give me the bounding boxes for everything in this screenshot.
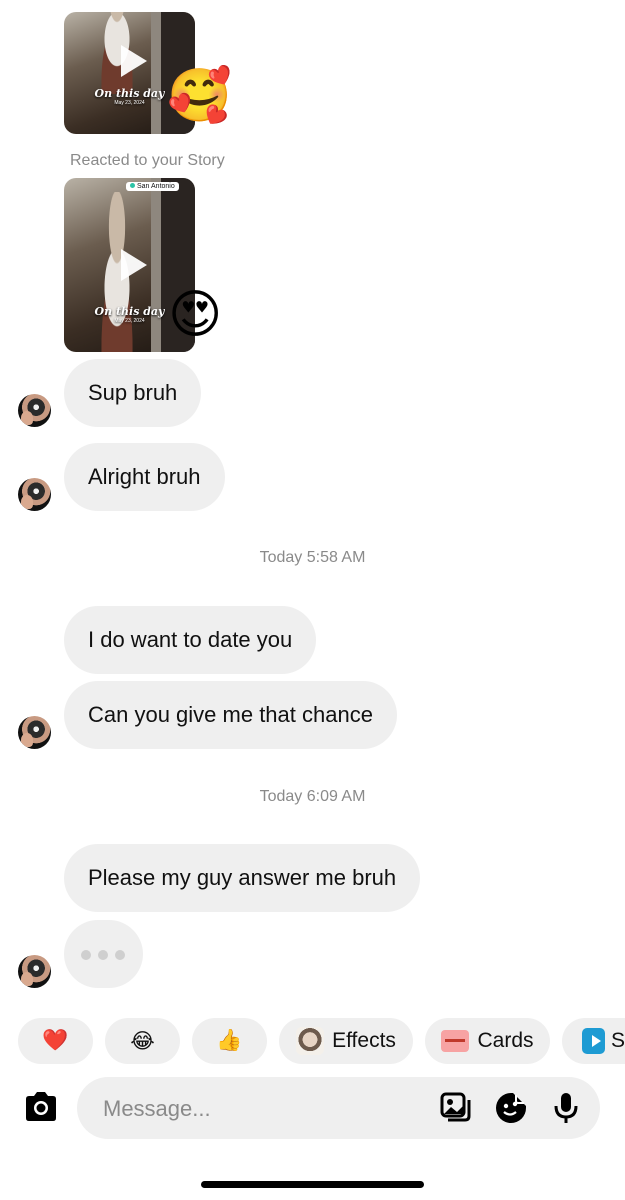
reacted-to-story-label: Reacted to your Story	[70, 152, 225, 169]
microphone-icon[interactable]	[549, 1091, 583, 1125]
avatar-hand	[21, 411, 33, 425]
timestamp: Today 5:58 AM	[259, 549, 366, 566]
message-bubble[interactable]: Can you give me that chance	[64, 681, 397, 749]
typing-indicator	[64, 920, 143, 988]
typing-dot	[81, 950, 91, 960]
quick-reaction-heart[interactable]: ❤️	[18, 1018, 93, 1064]
more-chip-label: S	[610, 1029, 625, 1052]
cards-icon	[441, 1030, 470, 1052]
message-composer	[77, 1077, 600, 1141]
effects-icon	[296, 1027, 325, 1055]
avatar[interactable]	[18, 955, 51, 988]
location-icon	[130, 183, 135, 188]
gallery-icon[interactable]	[439, 1091, 473, 1125]
avatar[interactable]	[18, 394, 51, 427]
effects-label: Effects	[332, 1029, 396, 1052]
message-bubble[interactable]: Sup bruh	[64, 359, 202, 427]
story-background	[151, 12, 161, 134]
message-bubble[interactable]: I do want to date you	[64, 606, 317, 674]
camera-icon[interactable]	[23, 1090, 59, 1124]
quick-reaction-laugh[interactable]: 😂	[105, 1018, 180, 1064]
avatar[interactable]	[18, 478, 51, 511]
typing-dot	[115, 950, 125, 960]
avatar-hand	[21, 495, 33, 509]
heart-icon: ❤️	[42, 1029, 69, 1052]
cards-label: Cards	[477, 1029, 534, 1052]
quick-reaction-thumbs-up[interactable]: 👍	[192, 1018, 267, 1064]
effects-button[interactable]: Effects	[279, 1018, 413, 1064]
home-indicator	[201, 1181, 424, 1188]
story-reaction-emoji: 🥰	[167, 67, 232, 125]
more-chip-button[interactable]: S	[562, 1018, 625, 1064]
message-bubble[interactable]: Please my guy answer me bruh	[64, 844, 421, 912]
cards-button[interactable]: Cards	[425, 1018, 550, 1064]
avatar[interactable]	[18, 716, 51, 749]
message-bubble[interactable]: Alright bruh	[64, 443, 225, 511]
story-reaction-emoji: 😍	[168, 286, 223, 344]
timestamp: Today 6:09 AM	[259, 788, 366, 805]
avatar-hand	[21, 733, 33, 747]
media-play-icon	[582, 1028, 605, 1054]
laughing-emoji-icon: 😂	[130, 1029, 155, 1053]
thumbs-up-icon: 👍	[216, 1029, 243, 1052]
avatar-hand	[21, 972, 33, 986]
location-sticker: San Antonio	[126, 182, 179, 191]
sticker-icon[interactable]	[494, 1091, 528, 1125]
typing-dot	[98, 950, 108, 960]
play-icon[interactable]	[120, 249, 147, 281]
message-input[interactable]	[101, 1077, 405, 1141]
play-icon[interactable]	[120, 45, 147, 77]
story-background	[151, 178, 161, 352]
